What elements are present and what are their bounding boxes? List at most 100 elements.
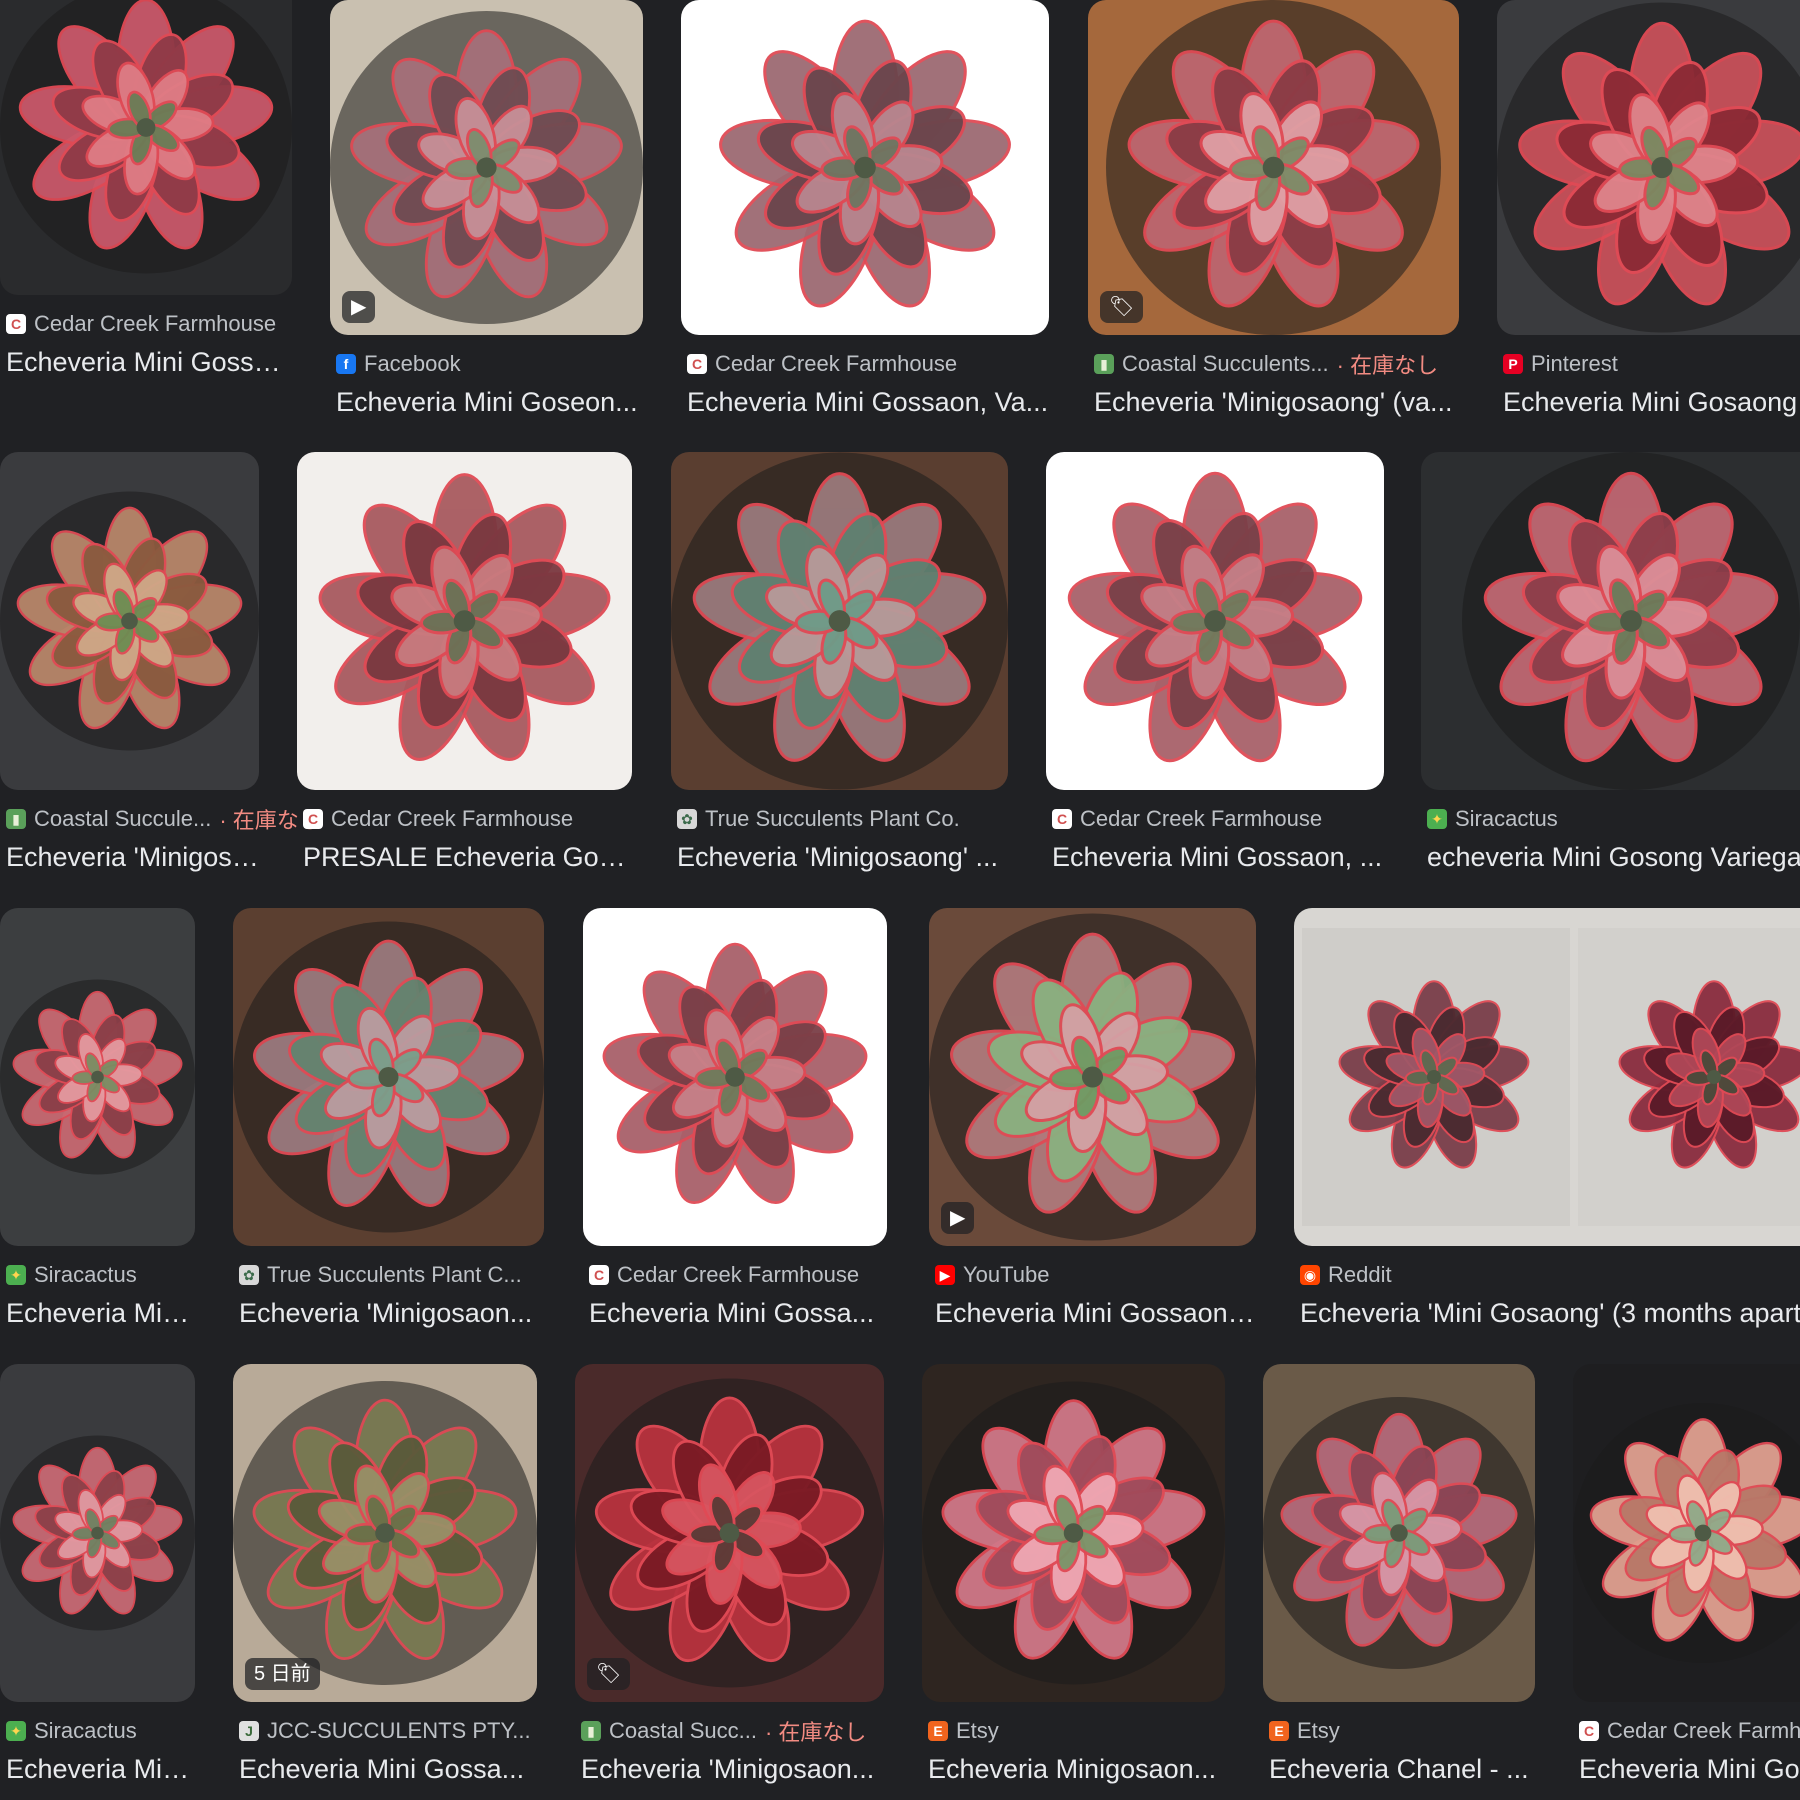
result-title[interactable]: Echeveria Mini Gosaong	[1503, 385, 1800, 419]
result-thumbnail[interactable]	[233, 908, 544, 1246]
succulent-photo	[1294, 908, 1800, 1246]
result-thumbnail[interactable]	[0, 0, 292, 295]
etsy-icon: E	[928, 1721, 948, 1741]
result-thumbnail[interactable]: ▶	[330, 0, 643, 335]
result-thumbnail[interactable]	[1294, 908, 1800, 1246]
result-thumbnail[interactable]	[671, 452, 1008, 790]
cedar-creek-icon: C	[1052, 809, 1072, 829]
result-tile[interactable]: 🏷 ▮ Coastal Succ... · 在庫なし Echeveria 'Minigo…	[575, 1364, 884, 1794]
result-tile[interactable]: C Cedar Creek Farmhouse Echeveria Mini Gos…	[583, 908, 887, 1338]
result-source[interactable]: ▶ YouTube	[935, 1258, 1049, 1292]
result-source[interactable]: C Cedar Creek Farmhouse	[1579, 1714, 1800, 1748]
result-tile[interactable]: C Cedar Creek Farmhouse Echeveria Mini Gos…	[1573, 1364, 1800, 1794]
result-tile[interactable]: P Pinterest Echeveria Mini Gosaong	[1497, 0, 1800, 427]
succulent-photo	[233, 1364, 537, 1702]
result-tile[interactable]: ✦ Siracactus echeveria Mini Gosong Variega…	[1421, 452, 1800, 882]
result-title[interactable]: Echeveria 'Mini Gosaong' (3 months apart…	[1300, 1296, 1800, 1330]
source-name: Etsy	[956, 1718, 999, 1743]
result-thumbnail[interactable]	[1421, 452, 1800, 790]
result-title[interactable]: Echeveria Mini Gossaon,...	[935, 1296, 1256, 1330]
result-source[interactable]: ◉ Reddit	[1300, 1258, 1392, 1292]
result-tile[interactable]: ▮ Coastal Succule... · 在庫なし Echeveria 'Mini…	[0, 452, 321, 882]
result-thumbnail[interactable]	[1573, 1364, 1800, 1702]
result-tile[interactable]: C Cedar Creek Farmhouse Echeveria Mini Gos…	[681, 0, 1049, 427]
result-title[interactable]: Echeveria Mini Gos...	[6, 1296, 195, 1330]
result-title[interactable]: PRESALE Echeveria Gos...	[303, 840, 632, 874]
result-source[interactable]: C Cedar Creek Farmhouse	[1052, 802, 1322, 836]
result-thumbnail[interactable]	[297, 452, 632, 790]
result-tile[interactable]: ▶ f Facebook Echeveria Mini Goseon...	[330, 0, 643, 427]
succulent-photo	[1046, 452, 1384, 790]
result-thumbnail[interactable]	[1263, 1364, 1535, 1702]
result-title[interactable]: Echeveria 'Minigosaong' ...	[677, 840, 1008, 874]
succulent-photo	[330, 0, 643, 335]
result-title[interactable]: Echeveria Mini Gossa...	[589, 1296, 887, 1330]
true-succulents-icon: ✿	[677, 809, 697, 829]
result-source[interactable]: ✦ Siracactus	[6, 1258, 137, 1292]
result-tile[interactable]: E Etsy Echeveria Chanel - ...	[1263, 1364, 1535, 1794]
result-source[interactable]: ▮ Coastal Succule... · 在庫なし	[6, 802, 321, 836]
result-title[interactable]: Echeveria Mini Goseon...	[336, 385, 643, 419]
result-source[interactable]: ✿ True Succulents Plant C...	[239, 1258, 522, 1292]
result-title[interactable]: Echeveria Mini Gos...	[6, 1752, 195, 1786]
result-thumbnail[interactable]: 5 日前	[233, 1364, 537, 1702]
result-source[interactable]: C Cedar Creek Farmhouse	[687, 347, 957, 381]
source-name: Coastal Succule...	[34, 806, 212, 831]
result-title[interactable]: Echeveria Mini Gossaon, Va...	[687, 385, 1049, 419]
tag-icon: 🏷	[587, 1658, 631, 1690]
result-tile[interactable]: C Cedar Creek Farmhouse PRESALE Echeveria …	[297, 452, 632, 882]
result-thumbnail[interactable]	[681, 0, 1049, 335]
result-thumbnail[interactable]	[0, 908, 195, 1246]
result-thumbnail[interactable]	[1497, 0, 1800, 335]
result-title[interactable]: Echeveria 'Minigosaon...	[581, 1752, 884, 1786]
result-source[interactable]: ✿ True Succulents Plant Co.	[677, 802, 960, 836]
result-tile[interactable]: ✦ Siracactus Echeveria Mini Gos...	[0, 1364, 195, 1794]
result-title[interactable]: Echeveria Mini Gos...	[1579, 1752, 1800, 1786]
result-thumbnail[interactable]	[0, 452, 259, 790]
result-tile[interactable]: ✿ True Succulents Plant Co. Echeveria 'Min…	[671, 452, 1008, 882]
result-thumbnail[interactable]: 🏷	[575, 1364, 884, 1702]
tag-icon: 🏷	[1100, 291, 1144, 323]
result-tile[interactable]: ▶ ▶ YouTube Echeveria Mini Gossaon,...	[929, 908, 1256, 1338]
result-source[interactable]: C Cedar Creek Farmhouse	[303, 802, 573, 836]
play-icon: ▶	[342, 291, 376, 323]
result-tile[interactable]: C Cedar Creek Farmhouse Echeveria Mini Gos…	[1046, 452, 1384, 882]
result-tile[interactable]: 5 日前 J JCC-SUCCULENTS PTY... Echeveria Mini…	[233, 1364, 537, 1794]
result-thumbnail[interactable]	[922, 1364, 1225, 1702]
cedar-creek-icon: C	[1579, 1721, 1599, 1741]
result-source[interactable]: C Cedar Creek Farmhouse	[6, 307, 276, 341]
result-source[interactable]: E Etsy	[1269, 1714, 1340, 1748]
result-title[interactable]: Echeveria 'Minigosaong' ...	[6, 840, 259, 874]
result-source[interactable]: P Pinterest	[1503, 347, 1618, 381]
result-thumbnail[interactable]: ▶	[929, 908, 1256, 1246]
result-source[interactable]: ✦ Siracactus	[6, 1714, 137, 1748]
result-title[interactable]: Echeveria Minigosaon...	[928, 1752, 1225, 1786]
result-thumbnail[interactable]	[1046, 452, 1384, 790]
source-name: Cedar Creek Farmhouse	[617, 1262, 860, 1287]
result-tile[interactable]: 🏷 ▮ Coastal Succulents... · 在庫なし Echeveria '…	[1088, 0, 1459, 427]
result-tile[interactable]: E Etsy Echeveria Minigosaon...	[922, 1364, 1225, 1794]
result-tile[interactable]: ✦ Siracactus Echeveria Mini Gos...	[0, 908, 195, 1338]
result-title[interactable]: Echeveria Chanel - ...	[1269, 1752, 1535, 1786]
result-thumbnail[interactable]	[0, 1364, 195, 1702]
result-source[interactable]: E Etsy	[928, 1714, 999, 1748]
result-title[interactable]: Echeveria Mini Gossaon, Va...	[6, 345, 292, 379]
result-title[interactable]: Echeveria Mini Gossaon, ...	[1052, 840, 1384, 874]
result-title[interactable]: Echeveria Mini Gossa...	[239, 1752, 537, 1786]
result-thumbnail[interactable]: 🏷	[1088, 0, 1459, 335]
result-source[interactable]: ✦ Siracactus	[1427, 802, 1558, 836]
result-tile[interactable]: C Cedar Creek Farmhouse Echeveria Mini Gos…	[0, 0, 292, 387]
result-thumbnail[interactable]	[583, 908, 887, 1246]
result-source[interactable]: f Facebook	[336, 347, 461, 381]
result-title[interactable]: Echeveria 'Minigosaong' (va...	[1094, 385, 1459, 419]
result-source[interactable]: ▮ Coastal Succulents... · 在庫なし	[1094, 347, 1438, 381]
result-source[interactable]: C Cedar Creek Farmhouse	[589, 1258, 859, 1292]
result-tile[interactable]: ◉ Reddit Echeveria 'Mini Gosaong' (3 month…	[1294, 908, 1800, 1338]
result-title[interactable]: echeveria Mini Gosong Variegated	[1427, 840, 1800, 874]
true-succulents-icon: ✿	[239, 1265, 259, 1285]
source-name: Pinterest	[1531, 351, 1618, 376]
result-tile[interactable]: ✿ True Succulents Plant C... Echeveria 'Mi…	[233, 908, 544, 1338]
result-title[interactable]: Echeveria 'Minigosaon...	[239, 1296, 544, 1330]
result-source[interactable]: ▮ Coastal Succ... · 在庫なし	[581, 1714, 866, 1748]
result-source[interactable]: J JCC-SUCCULENTS PTY...	[239, 1714, 531, 1748]
